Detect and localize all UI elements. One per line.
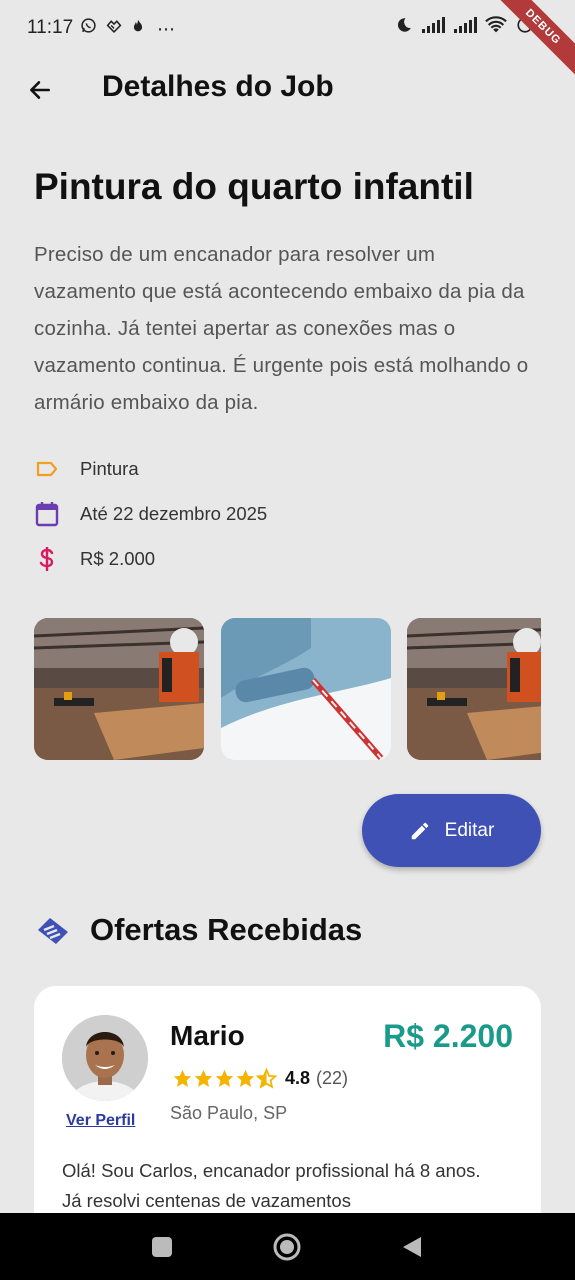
notification-icons: ⋯ <box>80 17 175 41</box>
page-title: Detalhes do Job <box>102 70 334 103</box>
job-category: Pintura <box>80 458 139 479</box>
arrow-back-icon <box>30 81 50 99</box>
system-nav-bar <box>0 1213 575 1280</box>
offer-message: Olá! Sou Carlos, encanador profissional … <box>62 1160 481 1211</box>
offer-price: R$ 2.200 <box>383 1018 513 1054</box>
back-button[interactable] <box>22 72 58 108</box>
status-bar: 11:17 ⋯ DEBUG <box>0 0 575 85</box>
square-icon <box>152 1237 172 1257</box>
job-deadline-row: Até 22 dezembro 2025 <box>34 501 267 527</box>
edit-button[interactable]: Editar <box>362 794 541 867</box>
whatsapp-icon <box>80 17 97 41</box>
view-profile-link[interactable]: Ver Perfil <box>66 1112 135 1130</box>
flame-icon <box>131 17 145 41</box>
wifi-icon <box>485 16 507 39</box>
job-description: Preciso de um encanador para resolver um… <box>34 243 529 414</box>
job-photo-paint-roller[interactable] <box>221 618 391 760</box>
offer-provider-name: Mario <box>170 1020 245 1051</box>
signal-icon <box>421 17 445 38</box>
edit-button-label: Editar <box>444 819 495 841</box>
job-photo-carpentry-2[interactable] <box>407 618 541 760</box>
more-icon: ⋯ <box>157 19 175 39</box>
job-budget: R$ 2.000 <box>80 548 156 569</box>
back-nav-button[interactable] <box>396 1231 428 1263</box>
job-photos[interactable] <box>34 618 541 760</box>
rating-count: (22) <box>316 1068 349 1088</box>
offers-title: Ofertas Recebidas <box>90 912 363 947</box>
job-deadline: Até 22 dezembro 2025 <box>80 503 268 524</box>
app-bar: Detalhes do Job <box>0 58 575 120</box>
offer-location: São Paulo, SP <box>170 1103 288 1123</box>
home-button[interactable] <box>271 1231 303 1263</box>
job-category-row: Pintura <box>34 456 139 482</box>
star-icon <box>173 1069 192 1087</box>
hands-icon <box>105 17 123 41</box>
offer-card[interactable]: Ver Perfil Mario R$ 2.200 4.8 (22) São P… <box>34 986 541 1246</box>
recents-button[interactable] <box>146 1231 178 1263</box>
pencil-icon <box>411 822 428 839</box>
status-time: 11:17 <box>27 17 74 38</box>
moon-icon <box>395 16 413 39</box>
star-icon <box>194 1069 213 1087</box>
signal-2-icon <box>453 17 477 38</box>
calendar-icon <box>34 501 60 527</box>
rating-stars: 4.8 (22) <box>172 1068 348 1089</box>
label-tag-icon <box>34 456 60 482</box>
star-icon <box>236 1069 255 1087</box>
circle-icon <box>273 1233 301 1261</box>
star-half-icon <box>256 1068 277 1089</box>
rating-value: 4.8 <box>285 1068 311 1088</box>
star-icon <box>215 1069 234 1087</box>
offers-header: Ofertas Recebidas <box>36 912 362 948</box>
handshake-icon <box>38 918 68 944</box>
job-photo-carpentry[interactable] <box>34 618 204 760</box>
avatar <box>62 1015 148 1101</box>
job-title: Pintura do quarto infantil <box>34 166 474 207</box>
system-icons <box>395 16 535 39</box>
dollar-icon <box>34 546 60 572</box>
job-budget-row: R$ 2.000 <box>34 546 155 572</box>
triangle-back-icon <box>403 1237 421 1257</box>
